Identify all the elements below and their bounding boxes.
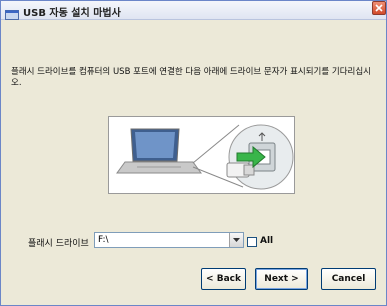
title-bar: USB 자동 설치 마법사	[1, 1, 386, 20]
usb-port-zoom-icon	[226, 124, 294, 190]
chevron-down-icon	[233, 238, 240, 242]
usb-illustration	[108, 116, 295, 194]
close-icon	[375, 4, 383, 12]
all-checkbox-label[interactable]: All	[260, 236, 273, 246]
back-button[interactable]: < Back	[201, 268, 246, 290]
drive-select[interactable]: F:\	[94, 232, 244, 248]
drive-dropdown-button[interactable]	[229, 233, 243, 247]
laptop-icon	[116, 128, 202, 174]
drive-label: 플래시 드라이브	[28, 239, 89, 249]
window-app-icon	[5, 5, 19, 20]
wizard-window: USB 자동 설치 마법사 플래시 드라이브를 컴퓨터의 USB 포트에 연결한…	[0, 0, 387, 306]
all-checkbox[interactable]	[247, 237, 257, 247]
cancel-button[interactable]: Cancel	[321, 268, 376, 290]
drive-select-value: F:\	[98, 235, 109, 245]
window-title: USB 자동 설치 마법사	[23, 8, 121, 19]
instruction-text: 플래시 드라이브를 컴퓨터의 USB 포트에 연결한 다음 아래에 드라이브 문…	[11, 67, 371, 88]
close-button[interactable]	[372, 1, 386, 15]
next-button[interactable]: Next >	[255, 268, 308, 290]
